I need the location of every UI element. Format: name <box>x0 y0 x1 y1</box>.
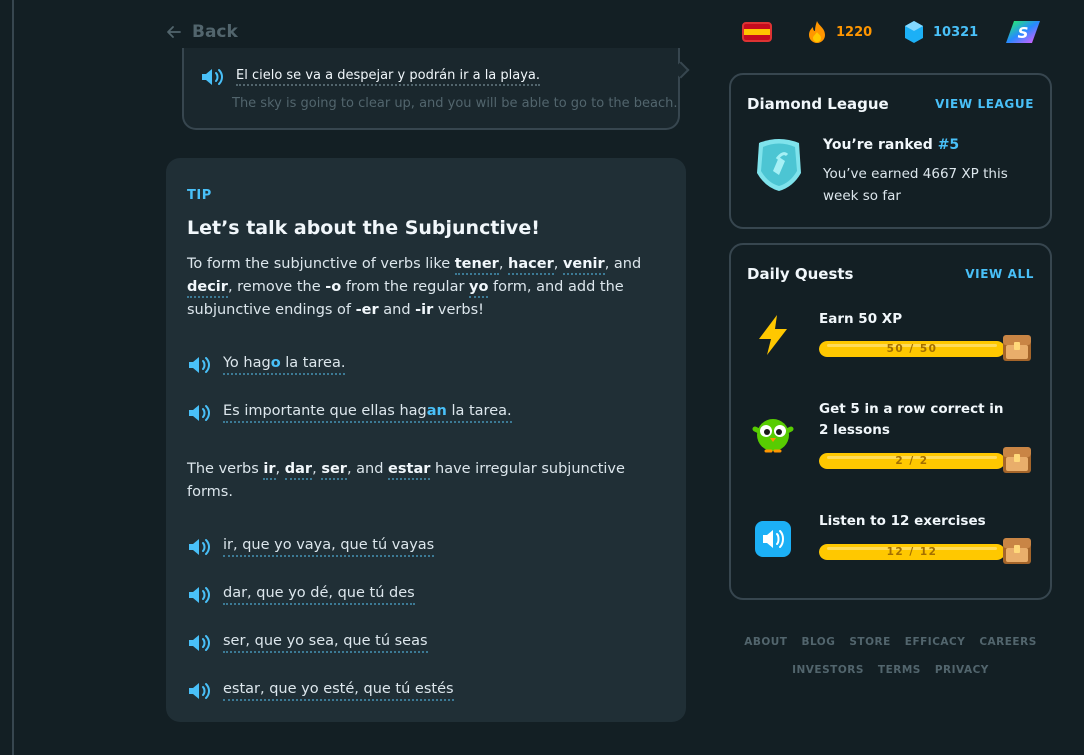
example-row: Es importante que ellas hagan la tarea. <box>187 402 665 424</box>
footer-row-1: ABOUT BLOG STORE EFFICACY CAREERS <box>729 628 1052 656</box>
example-sentence[interactable]: Es importante que ellas hagan la tarea. <box>223 403 512 423</box>
speaker-icon[interactable] <box>187 536 213 558</box>
speaker-icon <box>755 521 791 557</box>
word-hacer[interactable]: hacer <box>508 256 554 275</box>
word-o: -o <box>325 279 342 295</box>
daily-quests-panel: Daily Quests VIEW ALL Earn 50 XP 50 / 50… <box>729 243 1052 600</box>
example-row: Yo hago la tarea. <box>187 354 665 376</box>
rank-text: You’re ranked #5 <box>823 137 960 153</box>
example-sentence[interactable]: Yo hago la tarea. <box>223 355 346 375</box>
quest-progress-label: 2 / 2 <box>895 455 929 467</box>
card-pointer <box>672 61 690 79</box>
word-er: -er <box>355 302 379 318</box>
sentence-spanish[interactable]: El cielo se va a despejar y podrán ir a … <box>236 68 541 86</box>
league-title: Diamond League <box>747 95 889 113</box>
sentence-translation: The sky is going to clear up, and you wi… <box>232 96 678 111</box>
word-ser[interactable]: ser <box>321 461 347 480</box>
tip-card: TIP Let’s talk about the Subjunctive! To… <box>166 158 686 722</box>
super-icon[interactable]: S <box>1006 20 1042 44</box>
left-sidebar-edge <box>0 0 14 755</box>
form-row: ir, que yo vaya, que tú vayas <box>187 536 665 558</box>
gems-counter[interactable]: 10321 <box>903 20 978 44</box>
word-tener[interactable]: tener <box>454 256 499 275</box>
speaker-icon[interactable] <box>187 584 213 606</box>
word-dar[interactable]: dar <box>284 461 313 480</box>
tip-label: TIP <box>187 188 212 203</box>
form-text[interactable]: dar, que yo dé, que tú des <box>223 585 415 605</box>
form-text[interactable]: ir, que yo vaya, que tú vayas <box>223 537 435 557</box>
quest-progress-label: 12 / 12 <box>886 546 938 558</box>
speaker-icon[interactable] <box>187 680 213 702</box>
footer-row-2: INVESTORS TERMS PRIVACY <box>729 656 1052 684</box>
back-button[interactable]: Back <box>166 22 238 42</box>
footer-link-terms[interactable]: TERMS <box>878 664 921 676</box>
quest-title: Earn 50 XP <box>819 311 903 327</box>
footer-link-privacy[interactable]: PRIVACY <box>935 664 989 676</box>
footer-link-about[interactable]: ABOUT <box>744 636 787 648</box>
sentence-card: El cielo se va a despejar y podrán ir a … <box>182 48 690 130</box>
lightning-icon <box>759 315 787 355</box>
footer-links: ABOUT BLOG STORE EFFICACY CAREERS INVESTORS T… <box>729 628 1052 684</box>
flame-icon <box>809 21 825 43</box>
chest-icon <box>1003 335 1031 361</box>
footer-link-efficacy[interactable]: EFFICACY <box>905 636 966 648</box>
streak-counter[interactable]: 1220 <box>806 20 872 44</box>
rank-description: You’ve earned 4667 XP this week so far <box>823 166 1008 204</box>
quest-progress-bar: 2 / 2 <box>819 453 1005 469</box>
quests-title: Daily Quests <box>747 265 854 283</box>
footer-link-investors[interactable]: INVESTORS <box>792 664 864 676</box>
quest-progress-label: 50 / 50 <box>886 343 938 355</box>
arrow-left-icon <box>167 26 181 38</box>
quest-title: Get 5 in a row correct in 2 lessons <box>819 401 1004 438</box>
view-all-link[interactable]: VIEW ALL <box>965 267 1034 281</box>
word-venir[interactable]: venir <box>562 256 605 275</box>
speaker-icon[interactable] <box>200 66 226 88</box>
chest-icon <box>1003 538 1031 564</box>
speaker-icon[interactable] <box>187 354 213 376</box>
spain-flag-icon[interactable] <box>742 22 772 42</box>
form-row: estar, que yo esté, que tú estés <box>187 680 665 702</box>
tip-paragraph-2: The verbs ir, dar, ser, and estar have i… <box>187 461 625 500</box>
footer-link-store[interactable]: STORE <box>849 636 890 648</box>
quest-title: Listen to 12 exercises <box>819 513 986 529</box>
quest-progress-bar: 12 / 12 <box>819 544 1005 560</box>
owl-icon <box>752 419 794 453</box>
diamond-league-badge-icon <box>757 139 801 191</box>
chest-icon <box>1003 447 1031 473</box>
top-stats-bar: 1220 10321 S <box>740 18 1046 50</box>
tip-paragraph-1: To form the subjunctive of verbs like te… <box>187 256 642 318</box>
gems-count: 10321 <box>933 24 979 40</box>
speaker-icon[interactable] <box>187 402 213 424</box>
league-panel: Diamond League VIEW LEAGUE You’re ranked… <box>729 73 1052 229</box>
svg-text:S: S <box>1018 24 1029 42</box>
footer-link-blog[interactable]: BLOG <box>801 636 835 648</box>
word-yo[interactable]: yo <box>469 279 489 298</box>
form-row: ser, que yo sea, que tú seas <box>187 632 665 654</box>
form-row: dar, que yo dé, que tú des <box>187 584 665 606</box>
speaker-icon[interactable] <box>187 632 213 654</box>
tip-title: Let’s talk about the Subjunctive! <box>187 217 540 239</box>
word-estar[interactable]: estar <box>388 461 431 480</box>
gem-icon <box>905 21 923 43</box>
quest-progress-bar: 50 / 50 <box>819 341 1005 357</box>
streak-count: 1220 <box>836 24 873 40</box>
word-decir[interactable]: decir <box>187 279 228 298</box>
form-text[interactable]: estar, que yo esté, que tú estés <box>223 681 454 701</box>
word-ir[interactable]: ir <box>263 461 276 480</box>
back-label: Back <box>192 22 238 42</box>
footer-link-careers[interactable]: CAREERS <box>979 636 1036 648</box>
view-league-link[interactable]: VIEW LEAGUE <box>935 97 1034 111</box>
word-ir: -ir <box>415 302 434 318</box>
form-text[interactable]: ser, que yo sea, que tú seas <box>223 633 428 653</box>
